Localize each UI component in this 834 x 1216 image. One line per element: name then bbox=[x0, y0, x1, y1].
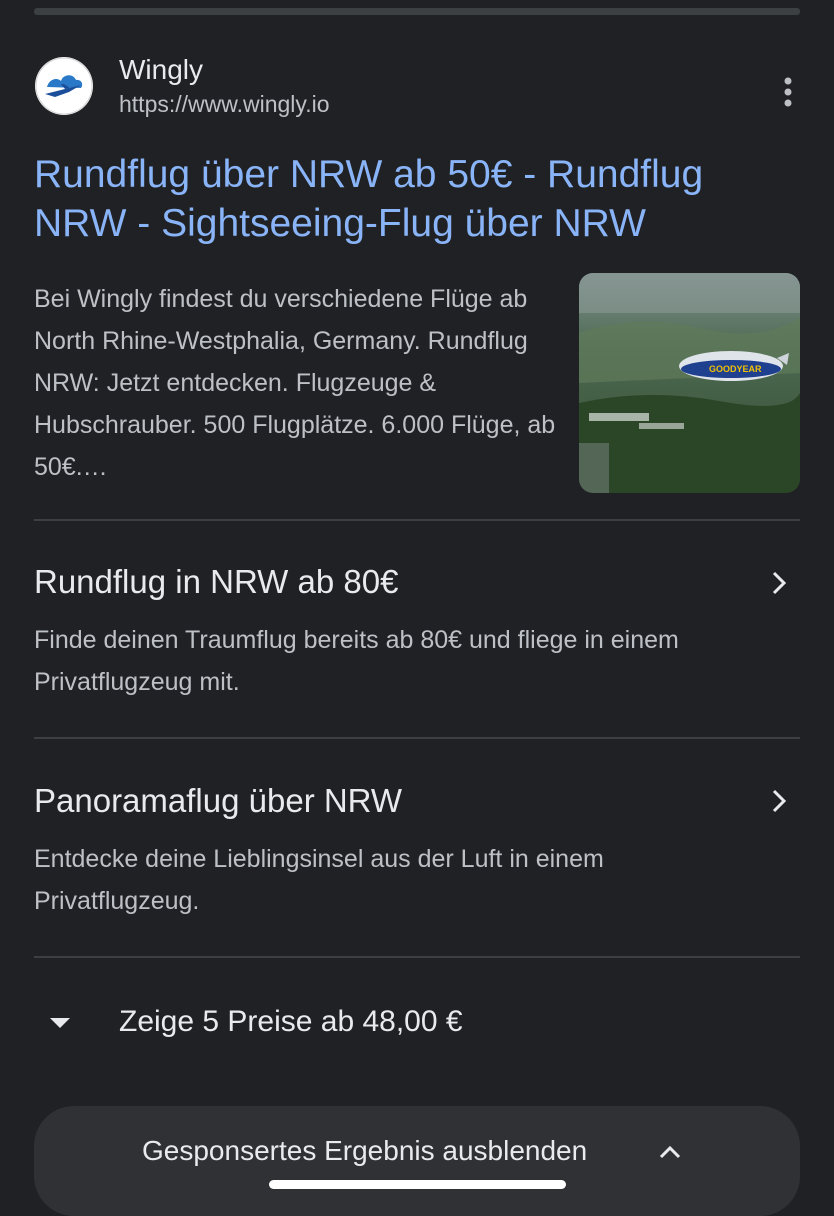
result-snippet: Bei Wingly findest du verschiedene Flüge… bbox=[34, 285, 556, 481]
show-prices-label[interactable]: Zeige 5 Preise ab 48,00 € bbox=[119, 1002, 463, 1042]
chevron-up-icon[interactable] bbox=[656, 1140, 684, 1164]
thumbnail-brand-text: GOODYEAR bbox=[709, 364, 762, 374]
caret-down-icon[interactable] bbox=[48, 1016, 72, 1030]
divider bbox=[34, 737, 800, 739]
sitelink-2-title[interactable]: Panoramaflug über NRW bbox=[34, 781, 402, 821]
wingly-logo-icon[interactable] bbox=[35, 57, 93, 115]
chevron-right-icon[interactable] bbox=[764, 568, 794, 598]
divider bbox=[34, 956, 800, 958]
result-title-link[interactable]: Rundflug über NRW ab 50€ - Rundflug NRW … bbox=[34, 150, 794, 248]
sitelink-1-description: Finde deinen Traumflug bereits ab 80€ un… bbox=[34, 626, 679, 696]
more-vert-icon[interactable] bbox=[772, 74, 804, 110]
hide-sponsored-label[interactable]: Gesponsertes Ergebnis ausblenden bbox=[142, 1133, 587, 1169]
result-thumbnail[interactable]: GOODYEAR bbox=[579, 273, 800, 493]
site-url[interactable]: https://www.wingly.io bbox=[119, 90, 329, 118]
top-divider-bar bbox=[34, 8, 800, 15]
chevron-right-icon[interactable] bbox=[764, 786, 794, 816]
sitelink-2-description: Entdecke deine Lieblingsinsel aus der Lu… bbox=[34, 845, 604, 915]
sitelink-1-title[interactable]: Rundflug in NRW ab 80€ bbox=[34, 562, 398, 602]
divider bbox=[34, 519, 800, 521]
home-indicator[interactable] bbox=[269, 1180, 566, 1189]
site-name[interactable]: Wingly bbox=[119, 54, 203, 86]
